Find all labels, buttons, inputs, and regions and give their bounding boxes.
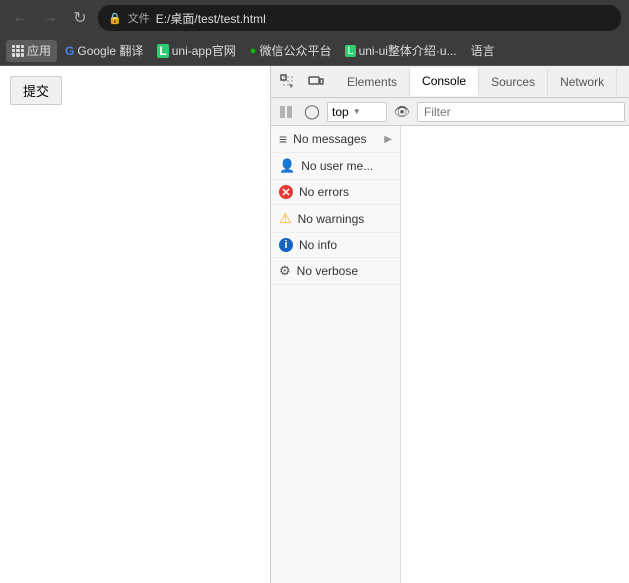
google-icon: G	[65, 44, 74, 58]
devtools-panel: Elements Console Sources Network P ◯ top…	[270, 66, 629, 583]
filter-input[interactable]	[417, 102, 625, 122]
user-messages-label: No user me...	[301, 159, 373, 173]
expand-arrow-icon: ▶	[384, 134, 392, 145]
console-filter-sidebar: ≡ No messages ▶ 👤 No user me... ✕ No err…	[271, 126, 401, 583]
tab-network[interactable]: Network	[548, 68, 617, 96]
errors-label: No errors	[299, 185, 349, 199]
address-bar[interactable]: 🔒 文件 E:/桌面/test/test.html	[98, 5, 621, 31]
console-messages-area: ≡ No messages ▶ 👤 No user me... ✕ No err…	[271, 126, 629, 583]
apps-grid-icon	[12, 45, 24, 57]
tab-elements[interactable]: Elements	[335, 68, 410, 96]
devtools-toolbar: Elements Console Sources Network P	[271, 66, 629, 98]
dropdown-arrow-icon: ▼	[353, 107, 361, 116]
filter-all-messages[interactable]: ≡ No messages ▶	[271, 126, 400, 153]
file-indicator: 文件	[128, 10, 150, 26]
devtools-tabs: Elements Console Sources Network P	[335, 68, 625, 96]
warnings-label: No warnings	[298, 212, 365, 226]
wechat-icon: ●	[250, 45, 257, 57]
bookmark-apps[interactable]: 应用	[6, 40, 57, 62]
warnings-icon: ⚠	[279, 210, 292, 227]
errors-icon: ✕	[279, 185, 293, 199]
eye-button[interactable]: 👁	[391, 101, 413, 123]
console-toolbar: ◯ top ▼ 👁	[271, 98, 629, 126]
bookmark-uni-intro[interactable]: L uni-ui整体介绍·u...	[339, 40, 462, 62]
all-messages-icon: ≡	[279, 131, 287, 147]
console-output	[401, 126, 629, 583]
filter-info[interactable]: i No info	[271, 233, 400, 258]
inspect-element-button[interactable]	[275, 69, 301, 95]
uni-intro-icon: L	[345, 45, 355, 57]
filter-warnings[interactable]: ⚠ No warnings	[271, 205, 400, 233]
info-label: No info	[299, 238, 337, 252]
clear-console-button[interactable]: ◯	[301, 101, 323, 123]
context-label: top	[332, 105, 349, 119]
tab-more[interactable]: P	[617, 68, 625, 96]
nav-bar: ← → ↻ 🔒 文件 E:/桌面/test/test.html	[0, 0, 629, 36]
tab-sources[interactable]: Sources	[479, 68, 548, 96]
bookmark-wechat-label: 微信公众平台	[259, 42, 331, 59]
bookmark-uni-app[interactable]: L uni-app官网	[151, 40, 241, 62]
reload-button[interactable]: ↻	[68, 6, 92, 30]
bookmark-wechat[interactable]: ● 微信公众平台	[244, 40, 338, 62]
verbose-icon: ⚙	[279, 263, 291, 279]
secure-icon: 🔒	[108, 12, 122, 25]
all-messages-label: No messages	[293, 132, 366, 146]
bookmark-uni-label: uni-app官网	[172, 42, 236, 59]
filter-user-messages[interactable]: 👤 No user me...	[271, 153, 400, 180]
bookmark-apps-label: 应用	[27, 42, 51, 59]
bookmark-language[interactable]: 语言	[465, 40, 501, 62]
tab-console[interactable]: Console	[410, 68, 479, 96]
device-toolbar-button[interactable]	[303, 69, 329, 95]
address-text: E:/桌面/test/test.html	[156, 10, 611, 27]
uni-app-icon: L	[157, 44, 168, 58]
bookmark-language-label: 语言	[471, 42, 495, 59]
user-messages-icon: 👤	[279, 158, 295, 174]
bookmark-google-translate[interactable]: G Google 翻译	[59, 40, 149, 62]
main-area: 提交 Elements Console S	[0, 66, 629, 583]
filter-errors[interactable]: ✕ No errors	[271, 180, 400, 205]
browser-chrome: ← → ↻ 🔒 文件 E:/桌面/test/test.html 应用 G Goo…	[0, 0, 629, 66]
bookmark-google-label: Google 翻译	[77, 42, 143, 59]
info-icon: i	[279, 238, 293, 252]
console-sidebar-toggle[interactable]	[275, 101, 297, 123]
verbose-label: No verbose	[297, 264, 358, 278]
context-selector[interactable]: top ▼	[327, 102, 387, 122]
bookmarks-bar: 应用 G Google 翻译 L uni-app官网 ● 微信公众平台 L un…	[0, 36, 629, 66]
bookmark-uni-intro-label: uni-ui整体介绍·u...	[359, 42, 457, 59]
forward-button[interactable]: →	[38, 6, 62, 30]
back-button[interactable]: ←	[8, 6, 32, 30]
page-content: 提交	[0, 66, 270, 583]
submit-button[interactable]: 提交	[10, 76, 62, 105]
filter-verbose[interactable]: ⚙ No verbose	[271, 258, 400, 285]
